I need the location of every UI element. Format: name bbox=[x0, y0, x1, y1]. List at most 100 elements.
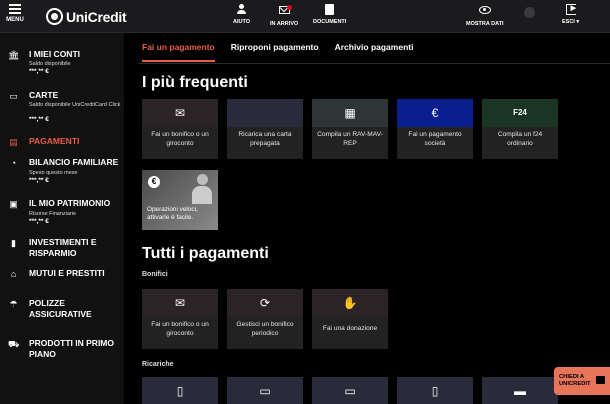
menu-button[interactable]: MENU bbox=[4, 4, 26, 23]
sidebar-item-label: CARTE bbox=[29, 90, 59, 100]
chat-button[interactable]: CHIEDI A UNICREDIT bbox=[554, 367, 610, 395]
card-ricarica-5[interactable]: ▬ bbox=[482, 377, 558, 404]
card-label: Fai una donazione bbox=[322, 325, 378, 332]
sidebar-item-label: BILANCIO FAMILIARE bbox=[29, 157, 119, 167]
help-label: AIUTO bbox=[233, 19, 251, 25]
card-bonifico-periodico[interactable]: ⟳ Gestisci un bonifico periodico bbox=[227, 289, 303, 349]
sidebar-item-label: PRODOTTI IN PRIMO PIANO bbox=[29, 338, 114, 359]
sidebar-item-prodotti[interactable]: ⛟ PRODOTTI IN PRIMO PIANO bbox=[0, 338, 124, 362]
inbox-label: IN ARRIVO bbox=[270, 21, 299, 27]
card-label: Fai un bonifico o un giroconto bbox=[151, 131, 209, 147]
card-bonifico[interactable]: ✉ Fai un bonifico o un giroconto bbox=[142, 99, 218, 159]
unicredit-logo-icon bbox=[46, 8, 63, 25]
logout-label: ESCI ▾ bbox=[562, 19, 580, 25]
sidebar-item-investimenti[interactable]: ▮ INVESTIMENTI E RISPARMIO bbox=[0, 237, 124, 261]
sidebar-item-label: MUTUI E PRESTITI bbox=[29, 268, 105, 278]
sidebar-item-pagamenti[interactable]: ▤ PAGAMENTI bbox=[0, 136, 124, 150]
sidebar: 🏛 I MIEI CONTI Saldo disponibile ***,** … bbox=[0, 33, 124, 404]
card-pagamento-societa[interactable]: € Fai un pagamento società bbox=[397, 99, 473, 159]
document-icon bbox=[325, 4, 335, 15]
tab-bar: Fai un pagamento Riproponi pagamento Arc… bbox=[142, 42, 429, 62]
card-f24[interactable]: F24 Compila un f24 ordinario bbox=[482, 99, 558, 159]
sidebar-item-polizze[interactable]: ☂ POLIZZE ASSICURATIVE bbox=[0, 298, 124, 322]
hamburger-icon bbox=[9, 4, 21, 14]
phone-euro-icon: ▯ bbox=[176, 384, 184, 398]
card-ricarica-4[interactable]: ▯ bbox=[397, 377, 473, 404]
card-label: Fai un bonifico o un giroconto bbox=[151, 321, 209, 337]
menu-label: MENU bbox=[6, 17, 24, 23]
sidebar-item-label: POLIZZE ASSICURATIVE bbox=[29, 298, 92, 319]
logout-button[interactable]: ESCI ▾ bbox=[562, 4, 579, 25]
tab-fai-pagamento[interactable]: Fai un pagamento bbox=[142, 42, 215, 62]
card-topup-icon: ▭ bbox=[259, 384, 271, 398]
help-button[interactable]: AIUTO bbox=[233, 4, 250, 25]
card-ricarica-2[interactable]: ▭ bbox=[227, 377, 303, 404]
bank-transfer-icon: ✉ bbox=[174, 106, 186, 120]
user-help-icon bbox=[237, 4, 247, 14]
sidebar-item-sub: Speso questo mese bbox=[29, 170, 78, 176]
sidebar-item-amount: ***,** € bbox=[29, 68, 49, 75]
sidebar-item-sub: Risorse Finanziarie bbox=[29, 211, 77, 217]
sidebar-item-amount: ***,** € bbox=[29, 218, 49, 225]
sidebar-item-conti[interactable]: 🏛 I MIEI CONTI Saldo disponibile ***,** … bbox=[0, 49, 124, 83]
tab-archivio[interactable]: Archivio pagamenti bbox=[335, 42, 414, 62]
inbox-button[interactable]: IN ARRIVO bbox=[270, 4, 298, 27]
tab-riproponi[interactable]: Riproponi pagamento bbox=[231, 42, 319, 62]
documents-label: DOCUMENTI bbox=[313, 19, 347, 25]
card-label: Gestisci un bonifico periodico bbox=[236, 321, 294, 337]
sidebar-item-bilancio[interactable]: ◔ BILANCIO FAMILIARE Speso questo mese *… bbox=[0, 157, 124, 191]
card-ricarica[interactable]: Ricarica una carta prepagata bbox=[227, 99, 303, 159]
chat-bubble-icon bbox=[596, 376, 605, 384]
sidebar-item-label: INVESTIMENTI E RISPARMIO bbox=[29, 237, 97, 258]
bars-icon: ▮ bbox=[11, 238, 16, 248]
card-bonifico-all[interactable]: ✉ Fai un bonifico o un giroconto bbox=[142, 289, 218, 349]
bonifici-heading: Bonifici bbox=[142, 271, 168, 278]
card-label: Compila un f24 ordinario bbox=[497, 131, 543, 147]
umbrella-icon: ☂ bbox=[9, 299, 18, 309]
main-content: Fai un pagamento Riproponi pagamento Arc… bbox=[124, 33, 610, 404]
avatar[interactable] bbox=[524, 7, 535, 18]
donation-icon: ✋ bbox=[342, 296, 358, 310]
card-label: Compila un RAV-MAV-REP bbox=[317, 131, 383, 147]
bus-icon: ▬ bbox=[514, 384, 526, 398]
card-topup-icon: ▭ bbox=[344, 384, 356, 398]
card-rav-mav[interactable]: ▦ Compila un RAV-MAV-REP bbox=[312, 99, 388, 159]
card-label: Ricarica una carta prepagata bbox=[238, 131, 292, 147]
mobile-topup-icon: ▯ bbox=[431, 384, 439, 398]
card-ricarica-3[interactable]: ▭ bbox=[312, 377, 388, 404]
tabs-divider bbox=[138, 63, 610, 64]
brand-logo[interactable]: UniCredit bbox=[46, 8, 127, 25]
euro-bill-icon: € bbox=[431, 106, 439, 120]
sidebar-item-amount: ***,** € bbox=[29, 116, 49, 123]
all-payments-heading: Tutti i pagamenti bbox=[142, 245, 269, 262]
card-icon: ▭ bbox=[9, 91, 18, 101]
ricariche-heading: Ricariche bbox=[142, 361, 174, 368]
top-bar: MENU UniCredit AIUTO IN ARRIVO DOCUMENTI… bbox=[0, 0, 610, 33]
show-data-label: MOSTRA DATI bbox=[466, 21, 504, 27]
frequent-heading: I più frequenti bbox=[142, 74, 248, 91]
euro-icon: € bbox=[148, 176, 160, 188]
recurring-transfer-icon: ⟳ bbox=[259, 296, 271, 310]
promo-banner[interactable]: € Operazioni veloci, attivarle è facile. bbox=[142, 170, 218, 230]
promo-text: Operazioni veloci, attivarle è facile. bbox=[147, 206, 198, 221]
sidebar-item-label: I MIEI CONTI bbox=[29, 49, 80, 59]
brand-name: UniCredit bbox=[66, 8, 127, 25]
chat-label: CHIEDI A UNICREDIT bbox=[559, 374, 591, 387]
sidebar-item-label: IL MIO PATRIMONIO bbox=[29, 198, 111, 208]
sidebar-item-carte[interactable]: ▭ CARTE Saldo disponibile UniCreditCard … bbox=[0, 90, 124, 132]
house-icon: ⌂ bbox=[10, 269, 17, 279]
documents-button[interactable]: DOCUMENTI bbox=[313, 4, 346, 25]
show-data-button[interactable]: MOSTRA DATI bbox=[466, 4, 504, 27]
notification-dot bbox=[287, 5, 293, 10]
sidebar-item-sub: Saldo disponibile bbox=[29, 61, 71, 67]
wallet-icon: ▣ bbox=[9, 199, 18, 209]
exit-icon bbox=[565, 4, 576, 15]
sidebar-item-patrimonio[interactable]: ▣ IL MIO PATRIMONIO Risorse Finanziarie … bbox=[0, 198, 124, 232]
card-donazione[interactable]: ✋ Fai una donazione bbox=[312, 289, 388, 349]
cart-icon: ⛟ bbox=[8, 339, 20, 349]
card-ricarica-1[interactable]: ▯ bbox=[142, 377, 218, 404]
f24-icon: F24 bbox=[513, 108, 527, 117]
sidebar-item-mutui[interactable]: ⌂ MUTUI E PRESTITI bbox=[0, 268, 124, 282]
sidebar-item-label: PAGAMENTI bbox=[29, 136, 80, 146]
form-icon: ▦ bbox=[344, 106, 356, 120]
